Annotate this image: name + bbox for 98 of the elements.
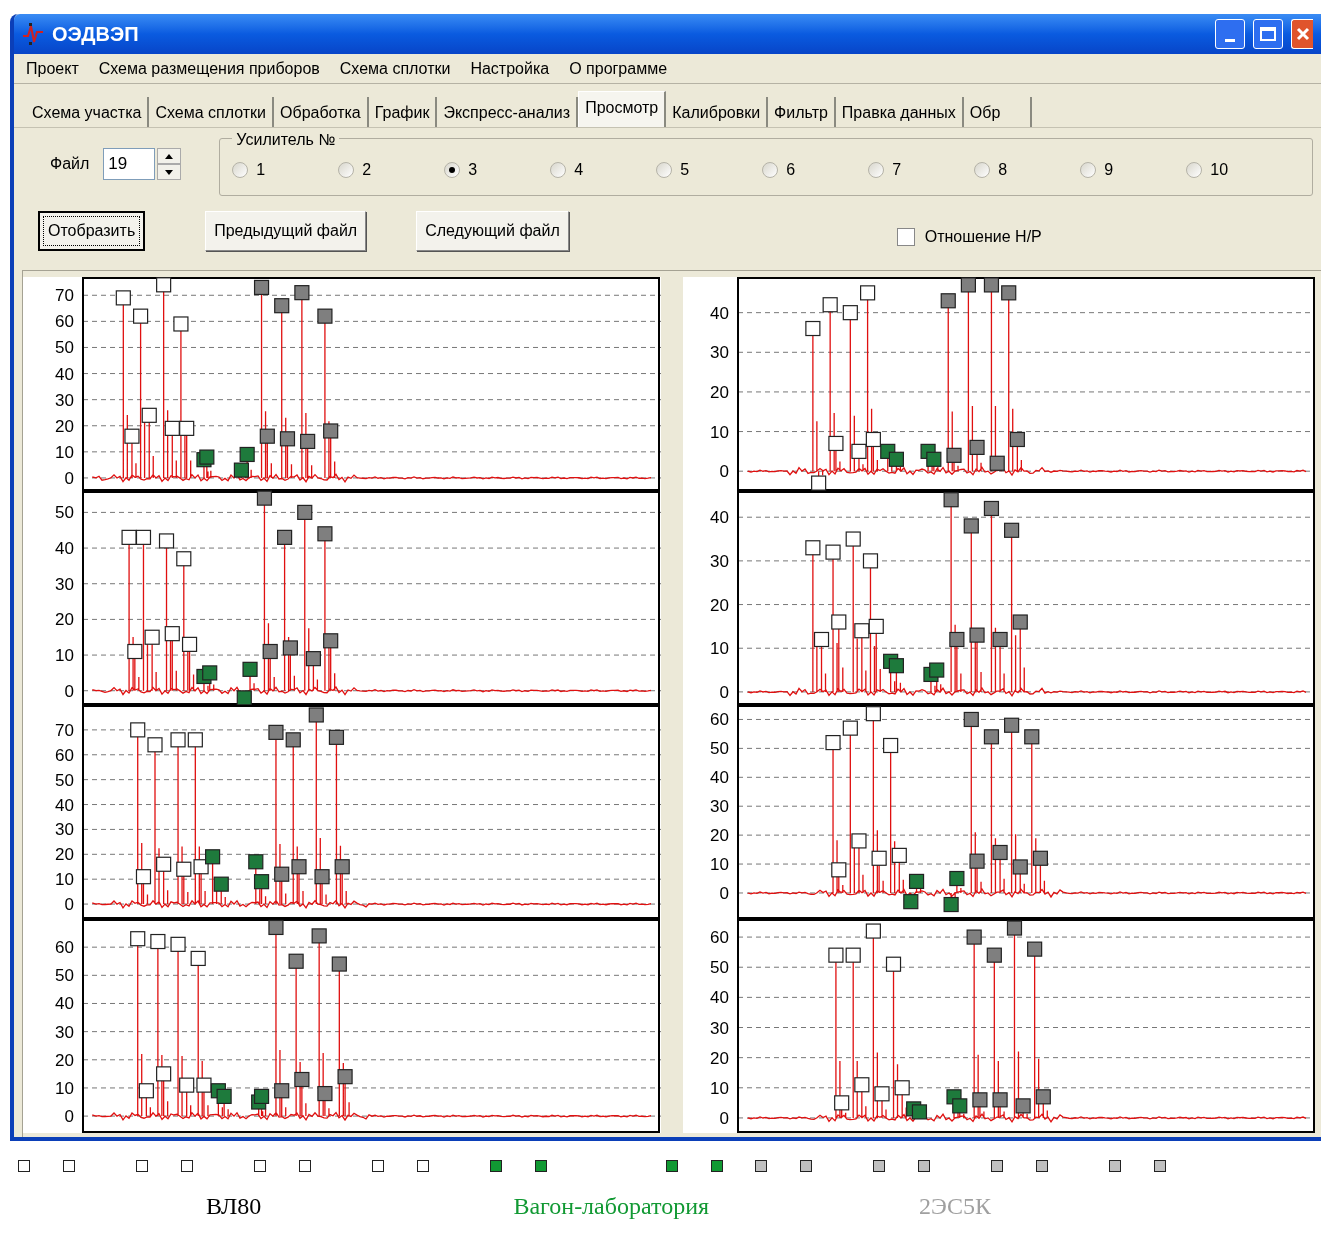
menu-item[interactable]: О программе	[569, 56, 668, 81]
waveform-icon	[22, 22, 44, 46]
menu-item[interactable]: Проект	[26, 56, 79, 81]
down-arrow-icon	[165, 169, 174, 175]
axis-tick-label: 60	[710, 710, 729, 730]
file-number-field[interactable]: 19	[103, 148, 156, 180]
axis-tick-label: 0	[719, 1108, 729, 1128]
radio-button[interactable]	[762, 162, 779, 178]
axis-tick-label: 0	[719, 462, 729, 482]
menu-item[interactable]: Схема размещения приборов	[98, 56, 320, 81]
radio-label: 8	[998, 160, 1008, 180]
axis-tick-label: 20	[710, 382, 729, 402]
axis-tick-label: 20	[710, 595, 729, 615]
radio-button[interactable]	[1080, 162, 1097, 178]
axis-tick-label: 70	[55, 720, 74, 740]
checkbox[interactable]	[896, 228, 915, 246]
radio-label: 1	[256, 160, 266, 180]
axis-tick-label: 0	[64, 1107, 74, 1127]
action-button[interactable]: Следующий файл	[416, 211, 569, 251]
radio-button[interactable]	[338, 162, 355, 178]
menu-item[interactable]: Настройка	[470, 56, 550, 81]
axis-tick-label: 50	[710, 958, 729, 978]
axis-tick-label: 0	[64, 895, 74, 915]
axis-tick-label: 40	[710, 988, 729, 1008]
radio-label: 7	[892, 160, 902, 180]
axis-tick-label: 50	[55, 338, 74, 358]
radio-button[interactable]	[868, 162, 885, 178]
axis-tick-label: 40	[710, 303, 729, 323]
axis-tick-label: 60	[710, 928, 729, 948]
axis-tick-label: 0	[64, 468, 74, 488]
axis-tick-label: 30	[710, 1018, 729, 1038]
checkbox-label: Отношение Н/Р	[924, 227, 1042, 247]
axis-tick-label: 40	[55, 795, 74, 815]
axis-tick-label: 30	[710, 797, 729, 817]
axis-tick-label: 30	[710, 343, 729, 363]
field-label: Файл	[50, 154, 90, 174]
legend-label: Вагон-лаборатория	[513, 1192, 710, 1221]
axis-tick-label: 40	[55, 539, 74, 559]
radio-label: 10	[1210, 160, 1229, 180]
radio-button[interactable]	[444, 162, 461, 178]
axis-tick-label: 30	[55, 1022, 74, 1042]
axis-tick-label: 40	[710, 768, 729, 788]
menu-item[interactable]: Схема сплотки	[339, 56, 451, 81]
axis-tick-label: 50	[55, 503, 74, 523]
axis-tick-label: 10	[55, 442, 74, 462]
axis-tick-label: 40	[55, 994, 74, 1014]
axis-tick-label: 50	[55, 770, 74, 790]
axis-tick-label: 30	[710, 551, 729, 571]
action-button[interactable]: Отобразить	[38, 211, 146, 251]
axis-tick-label: 50	[55, 966, 74, 986]
axis-tick-label: 20	[710, 1048, 729, 1068]
axis-tick-label: 10	[710, 1078, 729, 1098]
axis-tick-label: 50	[710, 739, 729, 759]
axis-tick-label: 10	[710, 639, 729, 659]
radio-button[interactable]	[232, 162, 249, 178]
axis-tick-label: 20	[710, 826, 729, 846]
axis-tick-label: 0	[64, 681, 74, 701]
axis-tick-label: 10	[55, 870, 74, 890]
up-arrow-icon	[165, 153, 174, 159]
axis-tick-label: 30	[55, 390, 74, 410]
radio-label: 9	[1104, 160, 1114, 180]
radio-button[interactable]	[550, 162, 567, 178]
maximize-button[interactable]	[1253, 19, 1283, 49]
radio-label: 6	[786, 160, 796, 180]
axis-tick-label: 70	[55, 286, 74, 306]
minimize-button[interactable]	[1215, 19, 1245, 49]
axis-tick-label: 20	[55, 845, 74, 865]
spinner-buttons[interactable]	[157, 148, 182, 180]
axis-tick-label: 60	[55, 745, 74, 765]
axis-tick-label: 40	[710, 508, 729, 528]
radio-label: 5	[680, 160, 690, 180]
radio-label: 4	[574, 160, 584, 180]
axis-tick-label: 20	[55, 1050, 74, 1070]
axis-tick-label: 30	[55, 574, 74, 594]
close-button[interactable]	[1291, 19, 1313, 49]
axis-tick-label: 0	[719, 883, 729, 903]
radio-label: 3	[468, 160, 478, 180]
axis-tick-label: 30	[55, 820, 74, 840]
axis-tick-label: 40	[55, 364, 74, 384]
window-title: ОЭДВЭП	[52, 22, 139, 47]
legend-label: ВЛ80	[206, 1192, 262, 1221]
tab[interactable]: Просмотр	[578, 91, 667, 127]
axis-tick-label: 20	[55, 610, 74, 630]
radio-button[interactable]	[974, 162, 991, 178]
axis-tick-label: 0	[719, 682, 729, 702]
action-button[interactable]: Предыдущий файл	[205, 211, 367, 251]
axis-tick-label: 10	[710, 422, 729, 442]
legend-label: 2ЭС5К	[919, 1192, 991, 1221]
axis-tick-label: 20	[55, 416, 74, 436]
axis-tick-label: 60	[55, 312, 74, 332]
axis-tick-label: 60	[55, 938, 74, 958]
axis-tick-label: 10	[55, 1078, 74, 1098]
axis-tick-label: 10	[55, 646, 74, 666]
close-icon	[1295, 27, 1310, 41]
axis-tick-label: 10	[710, 855, 729, 875]
radio-label: 2	[362, 160, 372, 180]
radio-button[interactable]	[656, 162, 673, 178]
radio-button[interactable]	[1186, 162, 1203, 178]
